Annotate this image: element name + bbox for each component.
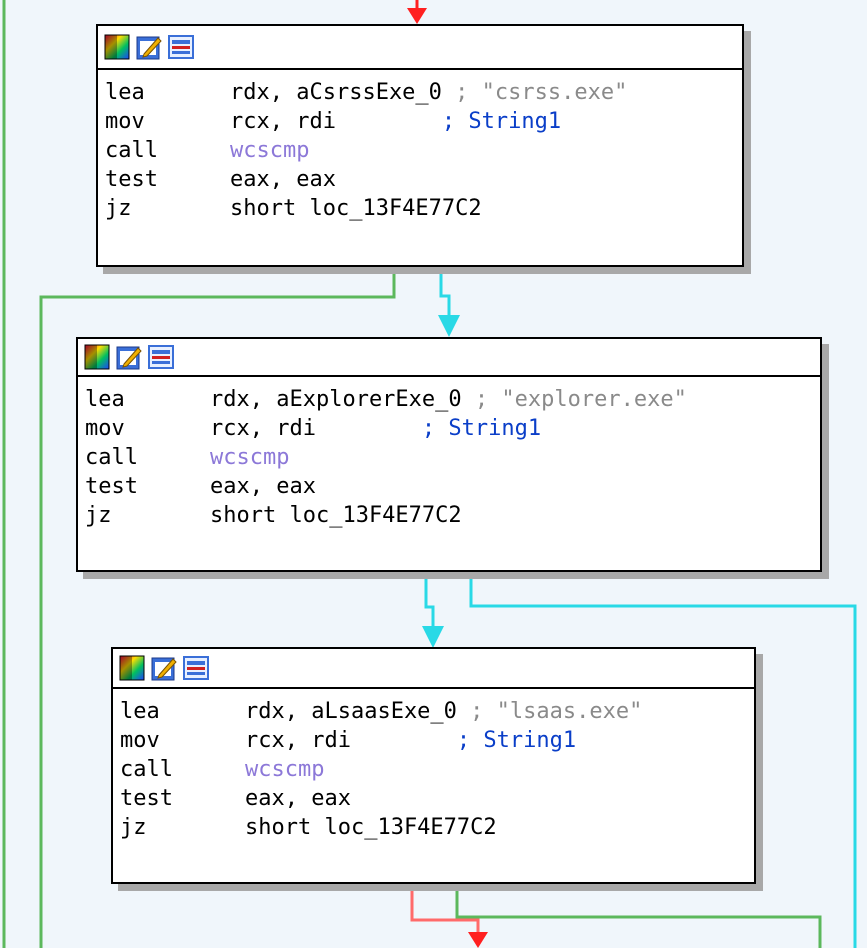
mnemonic: call (105, 138, 158, 163)
mnemonic: jz (85, 503, 112, 528)
asm-line[interactable]: mov rcx, rdi ; String1 (105, 107, 736, 136)
comment-separator: ; (350, 728, 484, 753)
code-block-2[interactable]: lea rdx, aExplorerExe_0 ; "explorer.exe" … (76, 337, 822, 572)
comment-separator: ; (315, 416, 449, 441)
code-listing: lea rdx, aExplorerExe_0 ; "explorer.exe" … (78, 377, 820, 532)
comment-separator: ; (456, 699, 497, 724)
asm-line[interactable]: jz short loc_13F4E77C2 (120, 813, 748, 842)
asm-line[interactable]: mov rcx, rdi ; String1 (85, 414, 814, 443)
asm-line[interactable]: test eax, eax (105, 165, 736, 194)
code-listing: lea rdx, aLsaasExe_0 ; "lsaas.exe" mov rcx… (113, 689, 754, 844)
comment: String1 (468, 109, 562, 134)
asm-line[interactable]: call wcscmp (85, 443, 814, 472)
asm-line[interactable]: lea rdx, aExplorerExe_0 ; "explorer.exe" (85, 385, 814, 414)
jump-target[interactable]: short loc_13F4E77C2 (245, 815, 497, 840)
asm-line[interactable]: jz short loc_13F4E77C2 (85, 501, 814, 530)
asm-line[interactable]: call wcscmp (120, 755, 748, 784)
edge-false-block2 (424, 573, 435, 630)
comment: "csrss.exe" (481, 80, 628, 105)
mnemonic: test (85, 474, 138, 499)
graph-view-icon[interactable] (168, 34, 194, 60)
function-name[interactable]: wcscmp (245, 757, 324, 782)
operands: eax, eax (245, 786, 351, 811)
comment: String1 (483, 728, 577, 753)
asm-line[interactable]: jz short loc_13F4E77C2 (105, 194, 736, 223)
edge-arrow-icon (438, 315, 460, 337)
comment: "explorer.exe" (501, 387, 687, 412)
color-palette-icon[interactable] (104, 34, 130, 60)
edit-pencil-icon[interactable] (116, 344, 142, 370)
mnemonic: jz (120, 815, 147, 840)
operands: rdx, aCsrssExe_0 (230, 80, 442, 105)
block-header (78, 339, 820, 377)
operands: rcx, rdi (210, 416, 316, 441)
color-palette-icon[interactable] (119, 655, 145, 681)
edge-arrow-icon (422, 626, 444, 648)
mnemonic: mov (105, 109, 145, 134)
block-header (98, 26, 742, 70)
mnemonic: call (85, 445, 138, 470)
operands: rdx, aLsaasExe_0 (245, 699, 457, 724)
mnemonic: mov (120, 728, 160, 753)
code-block-3[interactable]: lea rdx, aLsaasExe_0 ; "lsaas.exe" mov rcx… (111, 647, 756, 884)
outgoing-arrow-icon (468, 932, 488, 948)
function-name[interactable]: wcscmp (210, 445, 289, 470)
asm-line[interactable]: mov rcx, rdi ; String1 (120, 726, 748, 755)
edit-pencil-icon[interactable] (151, 655, 177, 681)
jump-target[interactable]: short loc_13F4E77C2 (210, 503, 462, 528)
mnemonic: jz (105, 196, 132, 221)
edge-false-block1 (439, 269, 451, 320)
edge-jump-block3 (410, 884, 480, 936)
function-name[interactable]: wcscmp (230, 138, 309, 163)
color-palette-icon[interactable] (84, 344, 110, 370)
asm-line[interactable]: call wcscmp (105, 136, 736, 165)
graph-view-icon[interactable] (148, 344, 174, 370)
graph-view-icon[interactable] (183, 655, 209, 681)
asm-line[interactable]: test eax, eax (120, 784, 748, 813)
comment-separator: ; (441, 80, 482, 105)
comment: "lsaas.exe" (496, 699, 643, 724)
mnemonic: lea (85, 387, 125, 412)
edge-true-block3 (455, 884, 822, 948)
comment: String1 (448, 416, 542, 441)
asm-line[interactable]: lea rdx, aCsrssExe_0 ; "csrss.exe" (105, 78, 736, 107)
operands: rcx, rdi (230, 109, 336, 134)
mnemonic: call (120, 757, 173, 782)
mnemonic: mov (85, 416, 125, 441)
comment-separator: ; (461, 387, 502, 412)
edit-pencil-icon[interactable] (136, 34, 162, 60)
mnemonic: test (105, 167, 158, 192)
operands: eax, eax (230, 167, 336, 192)
code-listing: lea rdx, aCsrssExe_0 ; "csrss.exe" mov rcx… (98, 70, 742, 225)
operands: rdx, aExplorerExe_0 (210, 387, 462, 412)
mnemonic: lea (120, 699, 160, 724)
mnemonic: lea (105, 80, 145, 105)
asm-line[interactable]: test eax, eax (85, 472, 814, 501)
operands: rcx, rdi (245, 728, 351, 753)
block-header (113, 649, 754, 689)
mnemonic: test (120, 786, 173, 811)
jump-target[interactable]: short loc_13F4E77C2 (230, 196, 482, 221)
asm-line[interactable]: lea rdx, aLsaasExe_0 ; "lsaas.exe" (120, 697, 748, 726)
comment-separator: ; (335, 109, 469, 134)
code-block-1[interactable]: lea rdx, aCsrssExe_0 ; "csrss.exe" mov rcx… (96, 24, 744, 267)
operands: eax, eax (210, 474, 316, 499)
